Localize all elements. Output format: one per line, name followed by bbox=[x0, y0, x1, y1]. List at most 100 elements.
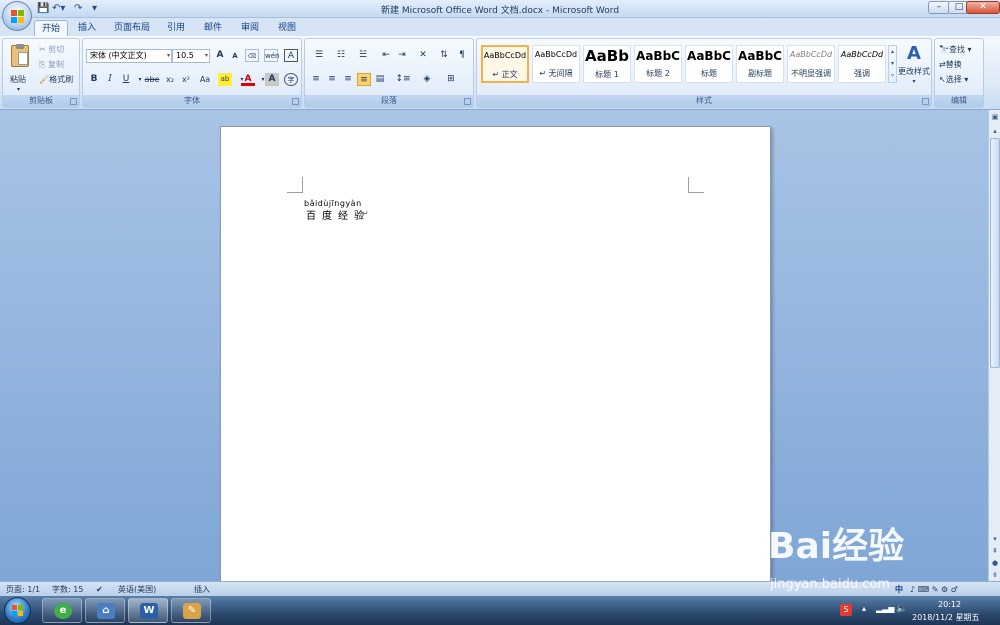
tab-references[interactable]: 引用 bbox=[160, 20, 192, 36]
sort-button[interactable]: ⇅ bbox=[437, 49, 451, 62]
eraser-icon: ⌫ bbox=[247, 53, 257, 60]
style-tile-no-spacing[interactable]: AaBbCcDd ↵ 无间隔 bbox=[532, 45, 580, 83]
ruler-toggle-icon[interactable]: ▣ bbox=[990, 112, 1000, 122]
scrollbar-thumb[interactable] bbox=[990, 138, 1000, 368]
binoculars-icon: 🔭 bbox=[939, 45, 949, 54]
character-border-button[interactable]: A bbox=[284, 49, 298, 62]
word-count[interactable]: 字数: 15 bbox=[52, 584, 83, 595]
taskbar-app-word[interactable]: W bbox=[128, 598, 168, 623]
justify-button[interactable]: ≡ bbox=[357, 73, 371, 86]
office-button[interactable] bbox=[2, 1, 32, 31]
style-tile-normal[interactable]: AaBbCcDd ↵ 正文 bbox=[481, 45, 529, 83]
document-page[interactable]: bǎidùjīngyàn 百度经验 ↵ bbox=[220, 126, 771, 581]
style-tile-heading-2[interactable]: AaBbC 标题 2 bbox=[634, 45, 682, 83]
grow-font-button[interactable]: A bbox=[213, 49, 227, 62]
paragraph-launcher-icon[interactable] bbox=[464, 98, 471, 105]
language-indicator[interactable]: 英语(美国) bbox=[118, 584, 156, 595]
numbering-button[interactable]: ☷ bbox=[331, 49, 351, 62]
tab-insert[interactable]: 插入 bbox=[72, 20, 102, 36]
page-count[interactable]: 页面: 1/1 bbox=[6, 584, 40, 595]
enclose-characters-button[interactable]: 字 bbox=[284, 73, 298, 86]
strikethrough-button[interactable]: abe bbox=[143, 73, 161, 86]
style-tile-heading-1[interactable]: AaBb 标题 1 bbox=[583, 45, 631, 83]
increase-indent-button[interactable]: ⇥ bbox=[395, 49, 409, 62]
close-button[interactable]: ✕ bbox=[966, 1, 1000, 14]
phonetic-guide-button[interactable]: wén bbox=[264, 49, 279, 62]
tab-page-layout[interactable]: 页面布局 bbox=[108, 20, 156, 36]
style-tile-emphasis[interactable]: AaBbCcDd 强调 bbox=[838, 45, 886, 83]
clock-date[interactable]: 2018/11/2 星期五 bbox=[912, 612, 980, 623]
taskbar-app-browser[interactable]: e bbox=[42, 598, 82, 623]
multilevel-list-icon: ☱ bbox=[358, 50, 368, 60]
borders-button[interactable]: ⊞ bbox=[441, 73, 461, 86]
clipboard-launcher-icon[interactable] bbox=[70, 98, 77, 105]
style-tile-subtle-emphasis[interactable]: AaBbCcDd 不明显强调 bbox=[787, 45, 835, 83]
document-area[interactable]: bǎidùjīngyàn 百度经验 ↵ bbox=[0, 110, 988, 581]
tab-review[interactable]: 审阅 bbox=[234, 20, 266, 36]
subscript-button[interactable]: x₂ bbox=[163, 73, 177, 86]
clear-format-button[interactable]: ⌫ bbox=[245, 49, 259, 62]
select-browse-object-icon[interactable]: ● bbox=[990, 558, 1000, 568]
styles-launcher-icon[interactable] bbox=[922, 98, 929, 105]
next-page-icon[interactable]: ⇟ bbox=[990, 570, 1000, 580]
show-marks-button[interactable]: ¶ bbox=[455, 49, 469, 62]
font-color-button[interactable]: A bbox=[241, 73, 255, 86]
vertical-scrollbar[interactable]: ▣ ▴ ▾ ⇞ ● ⇟ bbox=[988, 110, 1000, 581]
align-right-icon: ≡ bbox=[344, 74, 352, 84]
style-tile-subtitle[interactable]: AaBbC 副标题 bbox=[736, 45, 784, 83]
previous-page-icon[interactable]: ⇞ bbox=[990, 546, 1000, 556]
outdent-icon: ⇤ bbox=[382, 50, 390, 60]
cut-button[interactable]: ✂ 剪切 bbox=[39, 43, 64, 56]
document-text[interactable]: 百度经验 bbox=[306, 207, 370, 222]
scroll-down-icon[interactable]: ▾ bbox=[990, 534, 1000, 544]
clipboard-group: 粘贴 ▾ ✂ 剪切 ⎘ 复制 🖌格式刷 剪贴板 bbox=[2, 38, 80, 108]
ribbon-tabs: 开始 插入 页面布局 引用 邮件 审阅 视图 bbox=[0, 18, 1000, 36]
insert-mode-indicator[interactable]: 插入 bbox=[194, 584, 210, 595]
taskbar-app-paint[interactable]: ✎ bbox=[171, 598, 211, 623]
tab-mailings[interactable]: 邮件 bbox=[197, 20, 229, 36]
scroll-up-icon[interactable]: ▴ bbox=[990, 126, 1000, 136]
select-button[interactable]: ↖选择 ▾ bbox=[939, 73, 968, 86]
highlight-button[interactable]: ab bbox=[218, 73, 232, 86]
proofing-icon[interactable]: ✔ bbox=[96, 584, 103, 595]
underline-button[interactable]: U bbox=[119, 73, 133, 86]
character-shading-button[interactable]: A bbox=[265, 73, 279, 86]
chevron-down-icon: ▾ bbox=[912, 78, 916, 85]
shrink-font-button[interactable]: A bbox=[228, 50, 242, 63]
shading-button[interactable]: ◈ bbox=[417, 73, 437, 86]
change-styles-button[interactable]: A 更改样式 ▾ bbox=[895, 43, 933, 93]
font-launcher-icon[interactable] bbox=[292, 98, 299, 105]
align-left-button[interactable]: ≡ bbox=[309, 73, 323, 86]
align-center-button[interactable]: ≡ bbox=[325, 73, 339, 86]
baidu-jingyan-watermark: Bai经验 jingyan.baidu.com bbox=[768, 517, 928, 607]
paragraph-group-label: 段落 bbox=[305, 95, 473, 107]
format-painter-button[interactable]: 🖌格式刷 bbox=[39, 73, 73, 86]
paste-button[interactable]: 粘贴 ▾ bbox=[7, 43, 33, 93]
distributed-icon: ▤ bbox=[375, 74, 385, 84]
font-name-combo[interactable]: 宋体 (中文正文) ▾ bbox=[86, 49, 172, 63]
distributed-button[interactable]: ▤ bbox=[373, 73, 387, 86]
italic-button[interactable]: I bbox=[103, 73, 117, 86]
line-spacing-button[interactable]: ↕≡ bbox=[393, 73, 413, 86]
minimize-button[interactable]: – bbox=[928, 1, 950, 14]
taskbar-app-network[interactable]: ⌂ bbox=[85, 598, 125, 623]
align-right-button[interactable]: ≡ bbox=[341, 73, 355, 86]
style-tile-title[interactable]: AaBbC 标题 bbox=[685, 45, 733, 83]
find-button[interactable]: 🔭查找 ▾ bbox=[939, 43, 972, 56]
font-size-combo[interactable]: 10.5 ▾ bbox=[172, 49, 210, 63]
bullets-button[interactable]: ☰ bbox=[309, 49, 329, 62]
tab-view[interactable]: 视图 bbox=[271, 20, 303, 36]
sort-icon: ⇅ bbox=[440, 50, 448, 60]
multilevel-list-button[interactable]: ☱ bbox=[353, 49, 373, 62]
bold-button[interactable]: B bbox=[87, 73, 101, 86]
start-button[interactable] bbox=[4, 597, 31, 624]
chinese-layout-button[interactable]: ✕ bbox=[413, 49, 433, 62]
superscript-button[interactable]: x² bbox=[179, 73, 193, 86]
styles-group-label: 样式 bbox=[477, 95, 931, 107]
decrease-indent-button[interactable]: ⇤ bbox=[379, 49, 393, 62]
clock-time[interactable]: 20:12 bbox=[938, 600, 961, 609]
copy-button[interactable]: ⎘ 复制 bbox=[39, 58, 64, 71]
replace-button[interactable]: ⇄替换 bbox=[939, 58, 962, 71]
change-case-button[interactable]: Aa bbox=[196, 73, 214, 86]
tab-home[interactable]: 开始 bbox=[34, 20, 68, 36]
